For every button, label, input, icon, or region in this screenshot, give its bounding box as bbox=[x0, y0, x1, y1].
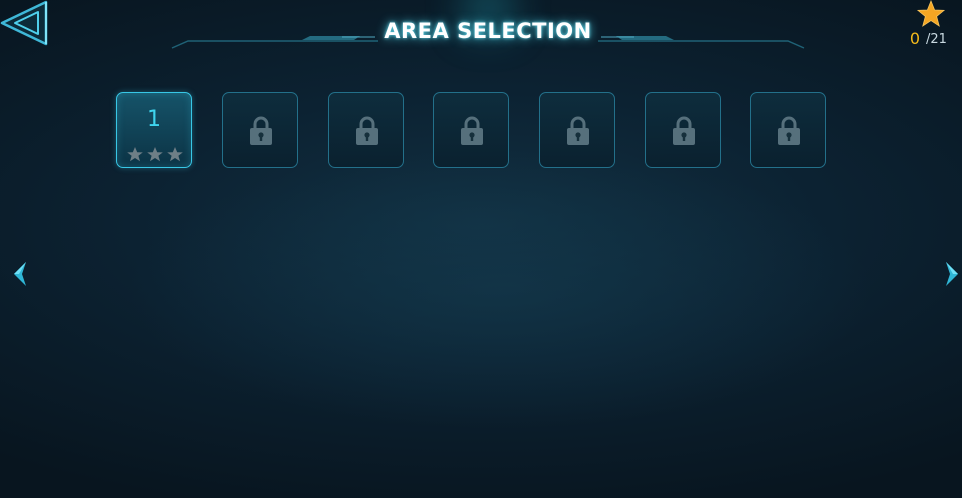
lock-icon bbox=[356, 116, 378, 145]
star-empty-icon bbox=[147, 147, 163, 162]
level-tile-locked[interactable] bbox=[750, 92, 826, 168]
back-arrow-icon bbox=[0, 0, 48, 46]
chevron-left-icon bbox=[14, 262, 26, 286]
level-tile-locked[interactable] bbox=[645, 92, 721, 168]
stars-total-count: /21 bbox=[926, 32, 947, 47]
star-empty-icon bbox=[167, 147, 183, 162]
back-button[interactable] bbox=[0, 0, 48, 46]
previous-page-button[interactable] bbox=[10, 260, 28, 288]
lock-icon bbox=[567, 116, 589, 145]
next-page-button[interactable] bbox=[944, 260, 962, 288]
star-counter: 0 /21 bbox=[898, 0, 958, 52]
chevron-right-icon bbox=[946, 262, 958, 286]
level-tile-locked[interactable] bbox=[328, 92, 404, 168]
level-tile-locked[interactable] bbox=[222, 92, 298, 168]
page-title: AREA SELECTION bbox=[384, 19, 592, 43]
star-icon bbox=[916, 0, 946, 27]
lock-icon bbox=[461, 116, 483, 145]
header-bar: AREA SELECTION bbox=[170, 0, 806, 60]
lock-icon bbox=[250, 116, 272, 145]
stars-earned-count: 0 bbox=[909, 29, 920, 48]
area-selection-screen: { "header": { "title": "AREA SELECTION" … bbox=[0, 0, 962, 498]
level-grid: 1 bbox=[116, 92, 828, 170]
level-number: 1 bbox=[147, 107, 161, 132]
lock-icon bbox=[778, 116, 800, 145]
level-tile-locked[interactable] bbox=[539, 92, 615, 168]
level-tile-locked[interactable] bbox=[433, 92, 509, 168]
level-tile-1[interactable]: 1 bbox=[116, 92, 192, 168]
level-stars-rating bbox=[127, 147, 183, 162]
star-empty-icon bbox=[127, 147, 143, 162]
lock-icon bbox=[673, 116, 695, 145]
